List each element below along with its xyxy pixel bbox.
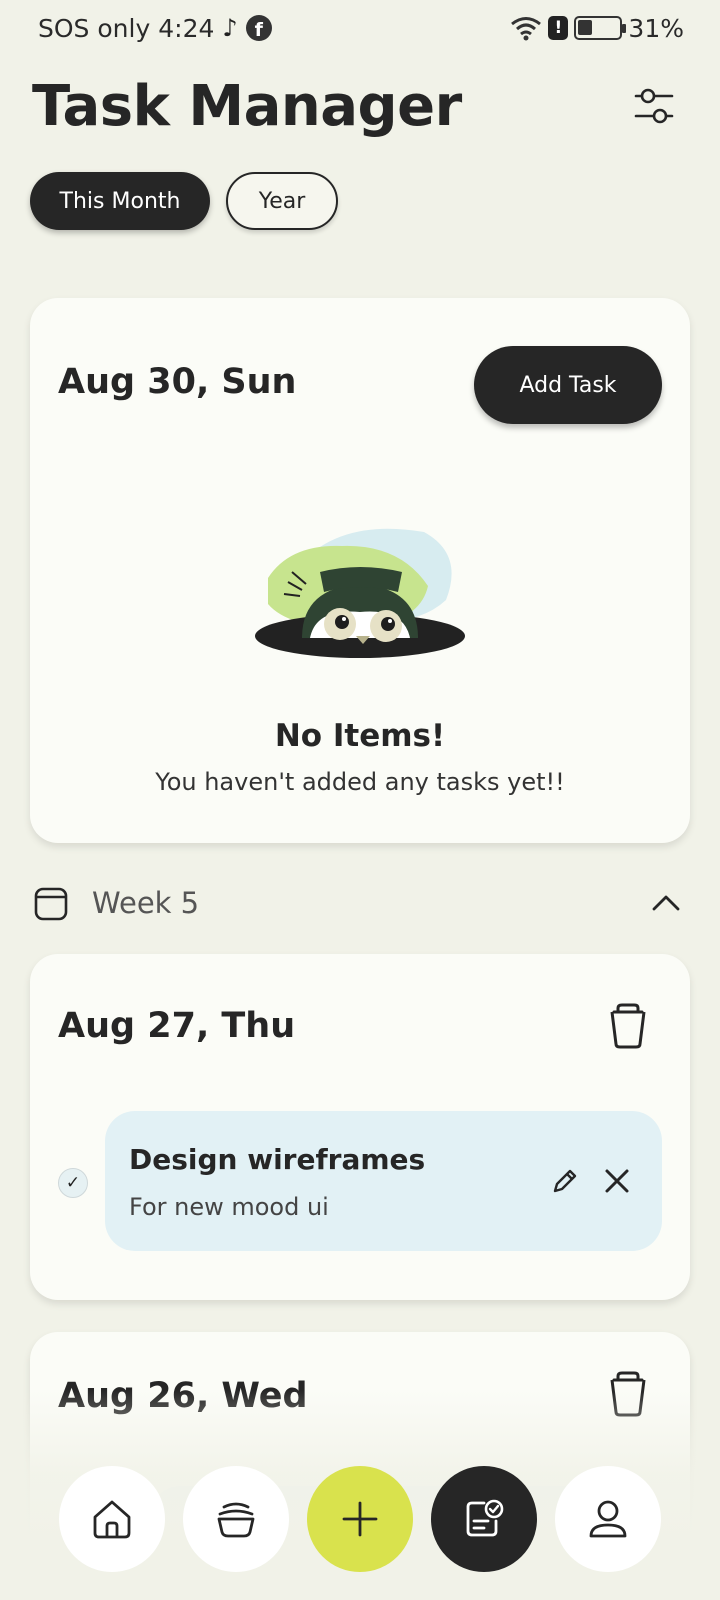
status-bar: SOS only 4:24 ♪ f ! 31% <box>0 0 720 56</box>
filter-year[interactable]: Year <box>226 172 338 230</box>
day-card: Aug 27, Thu ✓ Design wireframes For new … <box>30 954 690 1300</box>
alert-icon: ! <box>548 16 569 40</box>
sliders-icon[interactable] <box>634 86 674 126</box>
nav-bowl-button[interactable] <box>183 1466 289 1572</box>
owl-illustration <box>255 528 465 658</box>
add-task-button[interactable]: Add Task <box>474 346 662 424</box>
empty-state-title: No Items! <box>274 718 446 754</box>
week-label: Week 5 <box>92 886 200 920</box>
profile-icon <box>589 1500 627 1538</box>
tiktok-icon: ♪ <box>222 14 238 42</box>
task-description: For new mood ui <box>129 1193 329 1221</box>
week-header[interactable]: Week 5 <box>34 880 686 926</box>
battery-text: 31% <box>628 13 684 43</box>
task-title: Design wireframes <box>129 1143 426 1176</box>
nav-profile-button[interactable] <box>555 1466 661 1572</box>
day-date: Aug 27, Thu <box>58 1006 296 1046</box>
facebook-icon: f <box>245 15 272 41</box>
nav-home-button[interactable] <box>59 1466 165 1572</box>
wifi-icon <box>511 17 542 41</box>
bowl-icon <box>217 1502 255 1538</box>
task-list-icon <box>466 1499 504 1537</box>
battery-saver-icon <box>574 16 627 40</box>
pencil-icon[interactable] <box>550 1166 580 1196</box>
trash-icon[interactable] <box>606 1002 650 1050</box>
calendar-icon <box>34 887 68 921</box>
task-item[interactable]: Design wireframes For new mood ui <box>105 1111 662 1251</box>
status-left: SOS only 4:24 ♪ f <box>38 14 272 43</box>
page-title: Task Manager <box>32 74 462 139</box>
task-checkbox[interactable]: ✓ <box>58 1168 88 1198</box>
plus-icon <box>342 1501 378 1537</box>
empty-state-subtitle: You haven't added any tasks yet!! <box>155 768 565 796</box>
close-icon[interactable] <box>602 1166 632 1196</box>
nav-add-button[interactable] <box>307 1466 413 1572</box>
status-right: ! 31% <box>510 14 684 43</box>
clock-text: 4:24 <box>158 13 215 43</box>
today-date: Aug 30, Sun <box>58 362 297 402</box>
today-card: Aug 30, Sun Add Task No Items! You haven… <box>30 298 690 843</box>
carrier-text: SOS only <box>38 13 151 43</box>
filter-this-month[interactable]: This Month <box>30 172 210 230</box>
chevron-up-icon[interactable] <box>648 885 684 921</box>
home-icon <box>93 1500 131 1539</box>
nav-tasks-button[interactable] <box>431 1466 537 1572</box>
